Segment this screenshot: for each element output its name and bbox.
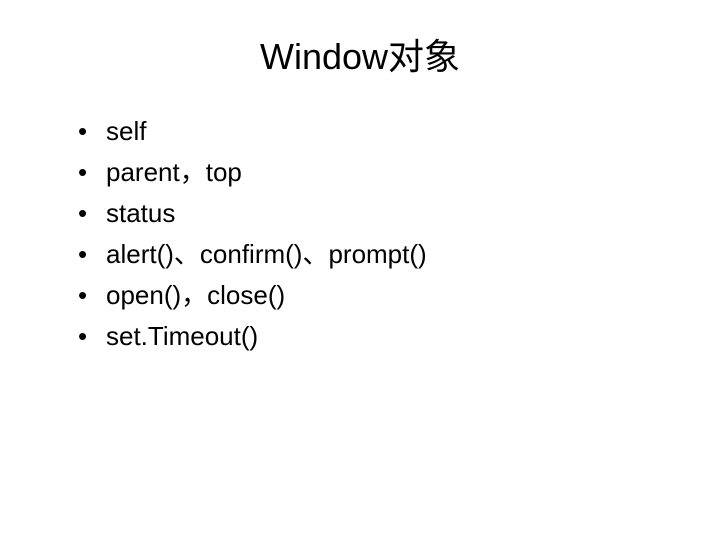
- slide-container: Window对象 self parent，top status alert()、…: [0, 0, 720, 540]
- bullet-list: self parent，top status alert()、confirm()…: [50, 112, 670, 356]
- list-item: open()，close(): [78, 276, 670, 315]
- list-item: parent，top: [78, 153, 670, 192]
- list-item: self: [78, 112, 670, 151]
- list-item: status: [78, 194, 670, 233]
- slide-title: Window对象: [50, 28, 670, 80]
- list-item: alert()、confirm()、prompt(): [78, 235, 670, 274]
- list-item: set.Timeout(): [78, 317, 670, 356]
